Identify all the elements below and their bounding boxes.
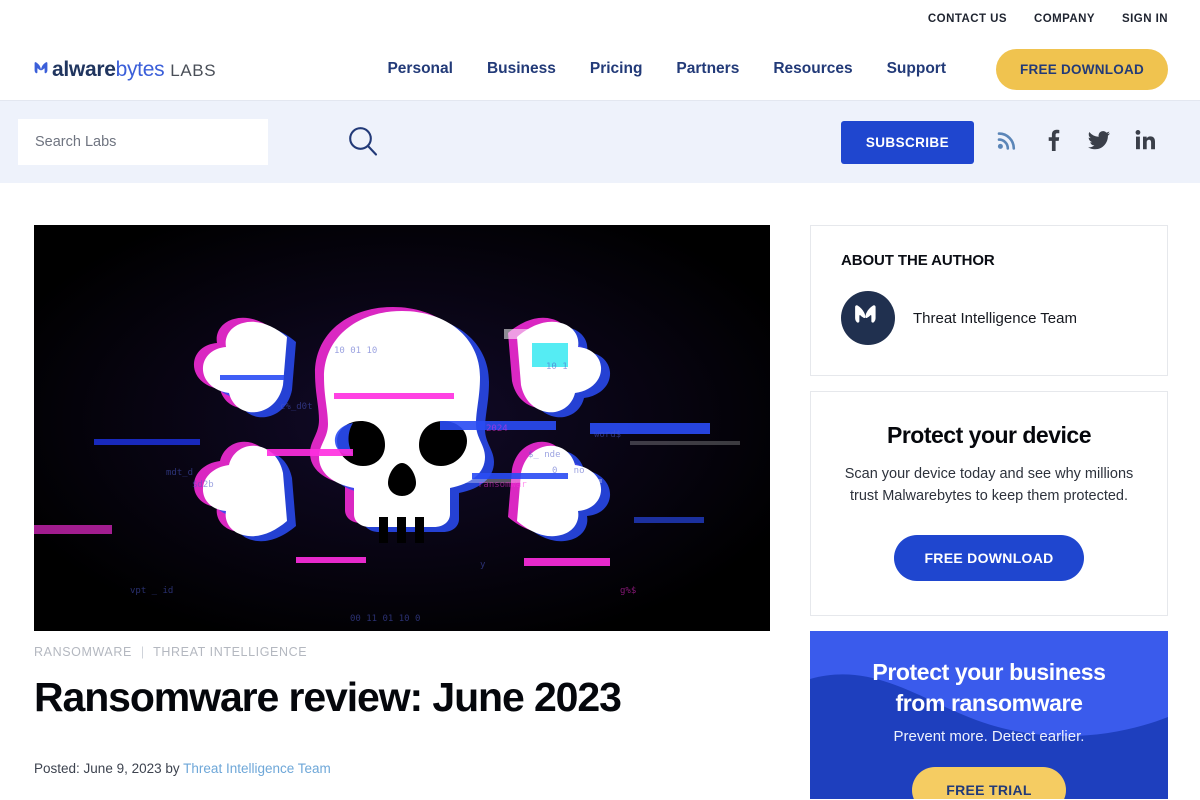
svg-text:0 _ no: 0 _ no	[552, 466, 585, 476]
main-header: alware bytes LABS Personal Business Pric…	[0, 38, 1200, 100]
social-links	[974, 122, 1168, 162]
article-column: c%_d0t 10 01 10 mdt_d $d2b word$ 0 _ no …	[34, 225, 770, 799]
protect-business-title-line2: from ransomware	[895, 689, 1083, 716]
category-separator: |	[140, 645, 145, 659]
svg-text:word$: word$	[594, 430, 621, 440]
svg-text:mdt_d: mdt_d	[166, 468, 193, 478]
byline-date: June 9, 2023	[83, 760, 162, 776]
linkedin-link[interactable]	[1122, 122, 1168, 162]
utility-bar: CONTACT US COMPANY SIGN IN	[0, 0, 1200, 38]
logo-text-alware: alware	[52, 57, 116, 81]
header-free-download-button[interactable]: FREE DOWNLOAD	[996, 48, 1168, 90]
utility-link-contact-us[interactable]: CONTACT US	[928, 13, 1007, 25]
svg-text:00 11 01 10 0: 00 11 01 10 0	[350, 614, 420, 624]
svg-text:$_ nde: $_ nde	[528, 450, 561, 460]
svg-text:10 01 10: 10 01 10	[334, 346, 377, 356]
malwarebytes-labs-logo[interactable]: alware bytes LABS	[34, 59, 216, 80]
svg-text:g%$: g%$	[620, 586, 636, 596]
author-row: Threat Intelligence Team	[841, 291, 1137, 345]
utility-link-sign-in[interactable]: SIGN IN	[1122, 13, 1168, 25]
main-nav: Personal Business Pricing Partners Resou…	[370, 48, 1168, 90]
nav-link-partners[interactable]: Partners	[659, 60, 756, 78]
protect-business-title: Protect your business from ransomware	[834, 657, 1144, 718]
rss-icon	[996, 129, 1018, 156]
search-input[interactable]	[18, 119, 268, 165]
protect-business-title-line1: Protect your business	[872, 659, 1106, 686]
article-byline: Posted: June 9, 2023 by Threat Intellige…	[34, 761, 770, 776]
protect-device-body: Scan your device today and see why milli…	[844, 466, 1134, 505]
nav-link-resources[interactable]: Resources	[756, 60, 869, 78]
search-submit-button[interactable]	[346, 124, 380, 161]
facebook-link[interactable]	[1030, 122, 1076, 162]
nav-link-personal[interactable]: Personal	[370, 60, 469, 78]
svg-text:$d2b: $d2b	[192, 480, 214, 490]
article-hero-image: c%_d0t 10 01 10 mdt_d $d2b word$ 0 _ no …	[34, 225, 770, 631]
page-title: Ransomware review: June 2023	[34, 674, 622, 720]
svg-text:ransomwar: ransomwar	[478, 480, 527, 490]
avatar	[841, 291, 895, 345]
linkedin-icon	[1134, 129, 1156, 156]
twitter-link[interactable]	[1076, 122, 1122, 162]
malwarebytes-m-icon	[853, 301, 883, 336]
malwarebytes-m-icon	[34, 61, 51, 78]
search-icon	[346, 124, 380, 161]
nav-link-support[interactable]: Support	[870, 60, 963, 78]
svg-text:y: y	[480, 560, 486, 570]
svg-text:2024: 2024	[486, 424, 508, 434]
search-band-actions: SUBSCRIBE	[840, 120, 1168, 164]
sidebar-free-download-button[interactable]: FREE DOWNLOAD	[894, 535, 1084, 582]
logo-text-labs: LABS	[170, 60, 217, 80]
category-link-threat-intelligence[interactable]: THREAT INTELLIGENCE	[153, 645, 307, 659]
protect-business-subtitle: Prevent more. Detect earlier.	[893, 728, 1085, 746]
logo-text-bytes: bytes	[115, 57, 165, 81]
nav-link-business[interactable]: Business	[470, 60, 573, 78]
twitter-icon	[1087, 129, 1111, 156]
byline-by-label: by	[165, 760, 180, 776]
utility-link-company[interactable]: COMPANY	[1034, 13, 1095, 25]
article-categories: RANSOMWARE | THREAT INTELLIGENCE	[34, 645, 770, 659]
category-link-ransomware[interactable]: RANSOMWARE	[34, 645, 132, 659]
byline-posted-label: Posted:	[34, 760, 80, 776]
svg-text:10 1: 10 1	[546, 362, 568, 372]
subscribe-button[interactable]: SUBSCRIBE	[840, 120, 974, 164]
business-card-content: Protect your business from ransomware Pr…	[810, 631, 1168, 800]
svg-text:vpt _ id: vpt _ id	[130, 586, 173, 596]
rss-link[interactable]	[984, 122, 1030, 162]
skull-glitch-artwork: c%_d0t 10 01 10 mdt_d $d2b word$ 0 _ no …	[34, 225, 770, 631]
byline-author-link[interactable]: Threat Intelligence Team	[183, 761, 331, 776]
protect-your-device-card: Protect your device Scan your device tod…	[810, 391, 1168, 617]
author-name: Threat Intelligence Team	[913, 309, 1077, 327]
page-body: c%_d0t 10 01 10 mdt_d $d2b word$ 0 _ no …	[0, 183, 1200, 800]
about-the-author-card: ABOUT THE AUTHOR Threat Intelligence Tea…	[810, 225, 1168, 376]
facebook-icon	[1042, 128, 1064, 157]
sidebar: ABOUT THE AUTHOR Threat Intelligence Tea…	[810, 225, 1168, 800]
protect-device-title: Protect your device	[887, 422, 1091, 448]
search-band: SUBSCRIBE	[0, 101, 1200, 183]
free-trial-button[interactable]: FREE TRIAL	[912, 767, 1066, 800]
about-author-heading: ABOUT THE AUTHOR	[841, 252, 995, 269]
nav-link-pricing[interactable]: Pricing	[573, 60, 660, 78]
protect-your-business-card[interactable]: Protect your business from ransomware Pr…	[810, 631, 1168, 800]
svg-text:c%_d0t: c%_d0t	[280, 402, 313, 412]
